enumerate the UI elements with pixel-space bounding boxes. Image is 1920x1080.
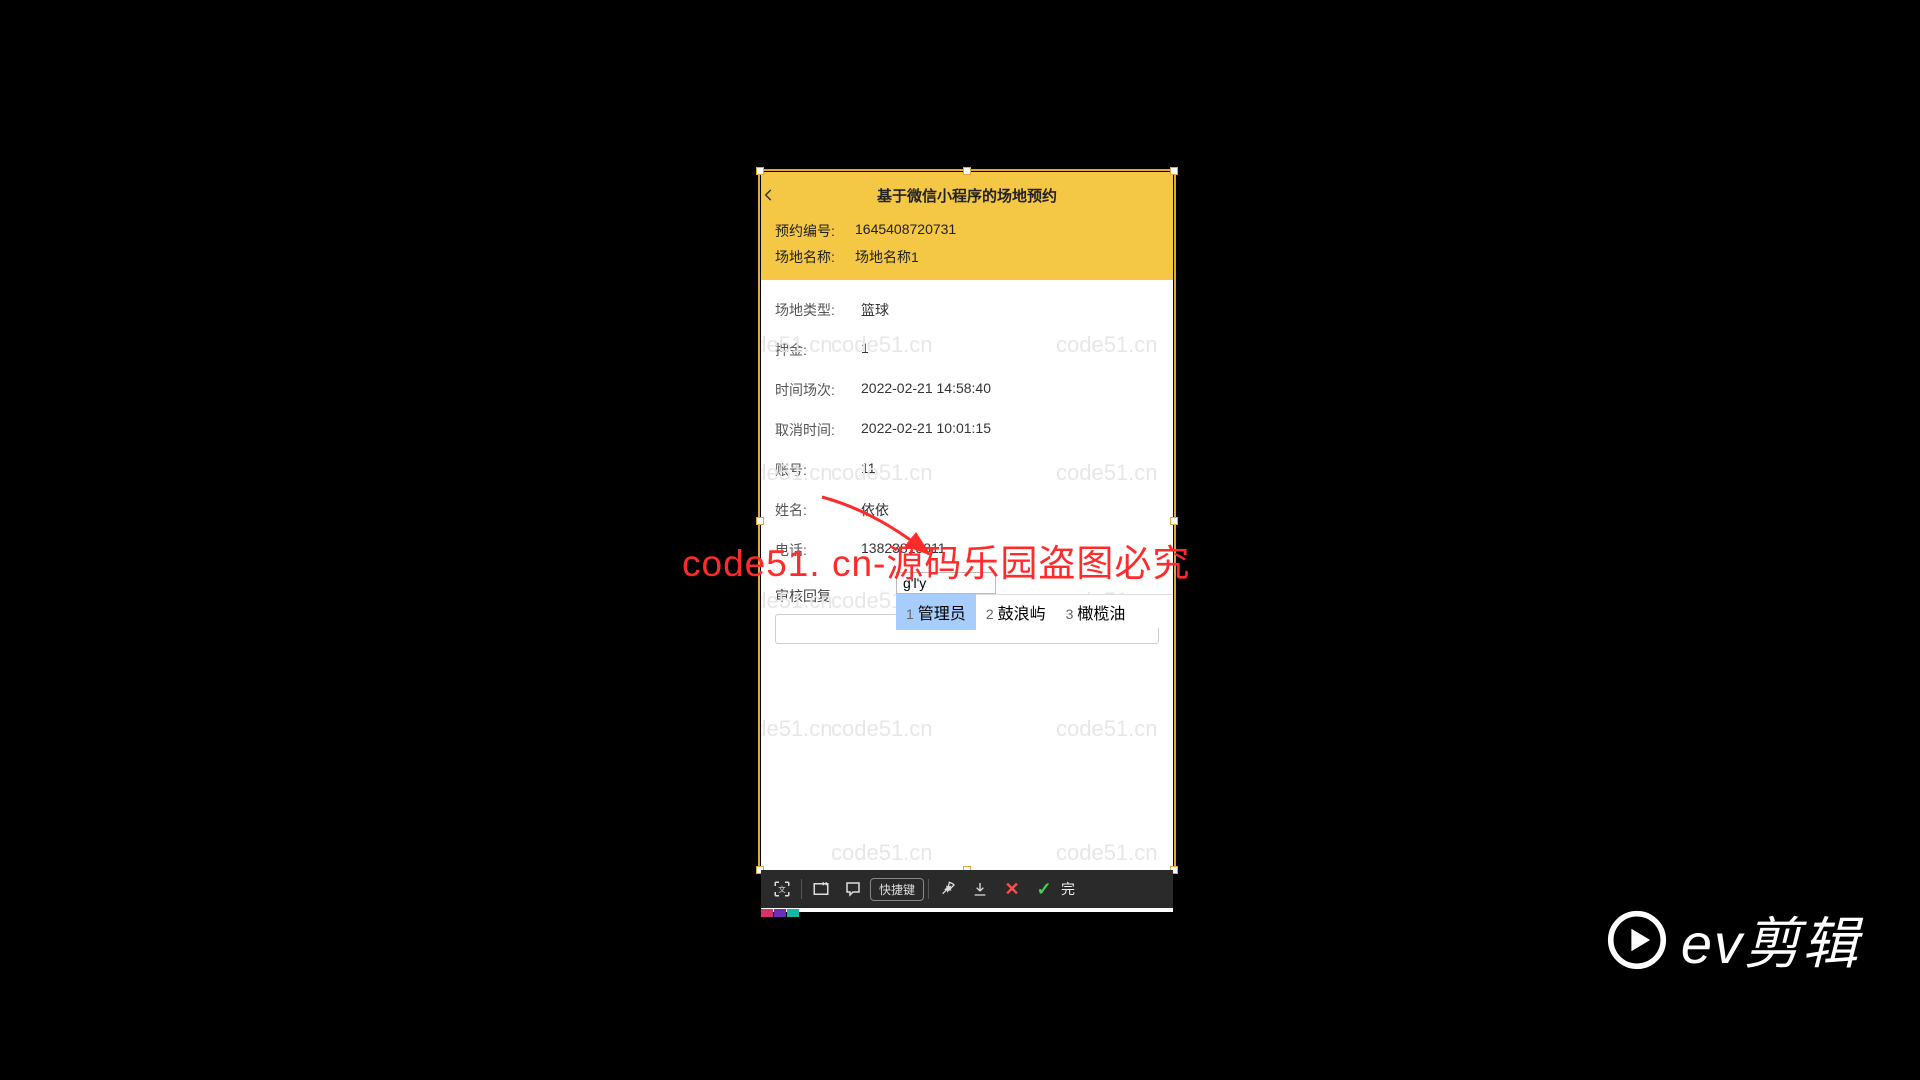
ime-candidate-text: 橄榄油 [1077, 606, 1125, 623]
detail-row: 时间场次:2022-02-21 14:58:40 [775, 370, 1159, 410]
ime-candidate-text: 鼓浪屿 [998, 606, 1046, 623]
rectangle-icon [812, 880, 830, 898]
detail-row: 押金:1 [775, 330, 1159, 370]
field-value: 13823813811 [861, 540, 946, 560]
field-label: 场地名称: [775, 247, 847, 267]
chevron-left-icon [761, 188, 775, 202]
field-label: 场地类型: [775, 300, 861, 320]
download-button[interactable] [965, 874, 995, 904]
ime-candidate[interactable]: 3橄榄油 [1056, 600, 1136, 624]
play-icon [1607, 910, 1667, 970]
field-value: 场地名称1 [855, 247, 919, 267]
watermark-faint: code51.cn [1056, 716, 1158, 742]
ocr-icon: 文 [773, 880, 791, 898]
ime-candidate-text: 管理员 [918, 606, 966, 623]
watermark-faint: code51.cn [831, 840, 933, 866]
app-window: code51.cn code51.cn code51.cn code51.cn … [761, 172, 1173, 912]
page-title: 基于微信小程序的场地预约 [789, 185, 1145, 206]
header-row: 预约编号: 1645408720731 [775, 218, 1159, 244]
watermark-faint: code51.cn [761, 716, 833, 742]
confirm-button[interactable]: ✓ [1029, 874, 1059, 904]
done-label: 完 [1061, 879, 1075, 899]
ime-candidate-index: 1 [906, 606, 914, 622]
field-label: 电话: [775, 540, 861, 560]
header: 基于微信小程序的场地预约 预约编号: 1645408720731 场地名称: 场… [761, 172, 1173, 280]
close-icon: ✕ [1004, 879, 1019, 900]
ev-logo-text: ev剪辑 [1681, 899, 1860, 980]
field-label: 账号: [775, 460, 861, 480]
color-swatch[interactable] [774, 909, 786, 917]
detail-row: 姓名:依依 [775, 490, 1159, 530]
ime-candidate-index: 3 [1066, 606, 1074, 622]
detail-fields: 场地类型:篮球 押金:1 时间场次:2022-02-21 14:58:40 取消… [761, 280, 1173, 580]
back-button[interactable] [761, 188, 789, 202]
watermark-faint: code51.cn [1056, 840, 1158, 866]
detail-row: 场地类型:篮球 [775, 290, 1159, 330]
svg-text:文: 文 [778, 884, 786, 894]
field-label: 时间场次: [775, 380, 861, 400]
color-swatch[interactable] [761, 909, 773, 917]
cancel-button[interactable]: ✕ [997, 874, 1027, 904]
ime-candidate[interactable]: 1管理员 [896, 594, 976, 630]
field-value: 11 [861, 460, 876, 480]
speech-bubble-icon [844, 880, 862, 898]
detail-row: 账号:11 [775, 450, 1159, 490]
download-icon [972, 881, 988, 897]
field-label: 取消时间: [775, 420, 861, 440]
header-row: 场地名称: 场地名称1 [775, 244, 1159, 270]
field-value: 1 [861, 340, 869, 360]
color-swatch[interactable] [787, 909, 799, 917]
header-fields: 预约编号: 1645408720731 场地名称: 场地名称1 [761, 212, 1173, 280]
ime-popup: g'l'y 1管理员 2鼓浪屿 3橄榄油 [896, 572, 1172, 628]
detail-row: 电话:13823813811 [775, 530, 1159, 570]
title-bar: 基于微信小程序的场地预约 [761, 178, 1173, 212]
shortcut-button[interactable]: 快捷键 [870, 878, 924, 901]
field-value: 篮球 [861, 300, 889, 320]
ime-candidate[interactable]: 2鼓浪屿 [976, 600, 1056, 624]
field-label: 押金: [775, 340, 861, 360]
field-label: 预约编号: [775, 221, 847, 241]
pin-button[interactable] [933, 874, 963, 904]
pin-icon [940, 881, 956, 897]
toolbar-separator [801, 879, 802, 899]
ime-candidate-index: 2 [986, 606, 994, 622]
ocr-button[interactable]: 文 [767, 874, 797, 904]
check-icon: ✓ [1036, 879, 1051, 900]
field-value: 2022-02-21 10:01:15 [861, 420, 991, 440]
color-swatches [761, 909, 799, 917]
field-label: 姓名: [775, 500, 861, 520]
ime-candidates: 1管理员 2鼓浪屿 3橄榄油 [896, 594, 1172, 628]
rectangle-tool-button[interactable] [806, 874, 836, 904]
field-value: 2022-02-21 14:58:40 [861, 380, 991, 400]
watermark-faint: code51.cn [831, 716, 933, 742]
toolbar-separator [928, 879, 929, 899]
field-value: 1645408720731 [855, 221, 956, 241]
field-value: 依依 [861, 500, 889, 520]
screenshot-toolbar: 文 快捷键 ✕ ✓ 完 [761, 870, 1173, 908]
ime-composition: g'l'y [896, 572, 996, 594]
ev-logo: ev剪辑 [1607, 899, 1860, 980]
comment-button[interactable] [838, 874, 868, 904]
detail-row: 取消时间:2022-02-21 10:01:15 [775, 410, 1159, 450]
